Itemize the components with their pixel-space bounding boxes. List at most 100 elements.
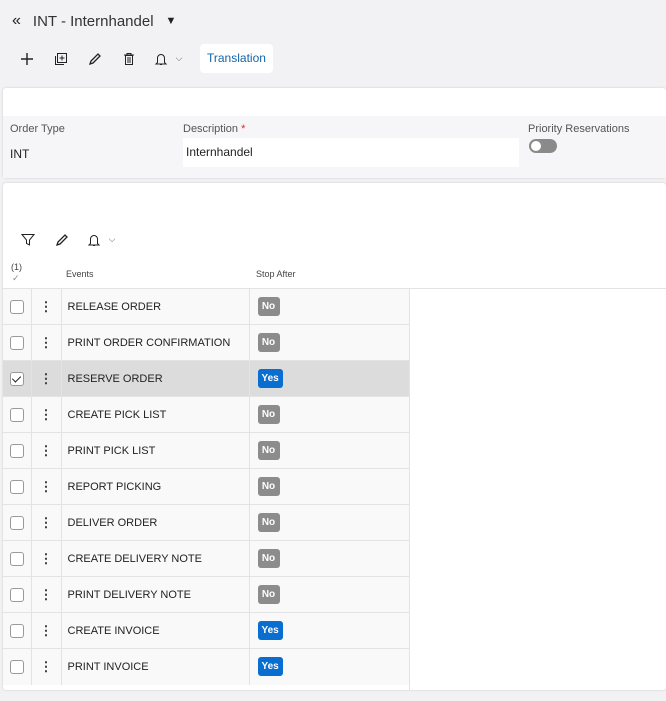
row-select-cell (3, 288, 32, 325)
stop-after-cell: No (249, 288, 409, 325)
row-menu-cell: ⋮ (31, 648, 62, 685)
order-type-label: Order Type (10, 123, 65, 135)
stop-after-badge: No (257, 297, 280, 316)
row-menu-cell: ⋮ (31, 432, 62, 469)
stop-after-cell: No (249, 432, 409, 469)
collapse-icon[interactable]: « (12, 12, 21, 30)
row-select-cell (3, 396, 32, 433)
table-row[interactable]: ⋮ PRINT DELIVERY NOTE No (3, 576, 409, 613)
row-checkbox[interactable] (9, 335, 24, 350)
kebab-menu-icon[interactable]: ⋮ (40, 479, 53, 494)
kebab-menu-icon[interactable]: ⋮ (40, 623, 53, 638)
row-select-cell (3, 648, 32, 685)
row-select-cell (3, 504, 32, 541)
row-menu-cell: ⋮ (31, 504, 62, 541)
row-checkbox[interactable] (9, 407, 24, 422)
row-menu-cell: ⋮ (31, 576, 62, 613)
events-header[interactable]: Events (66, 269, 94, 279)
table-empty-area (409, 288, 666, 690)
table-row[interactable]: ⋮ DELIVER ORDER No (3, 504, 409, 541)
stop-after-badge: No (257, 333, 280, 352)
table-row[interactable]: ⋮ RESERVE ORDER Yes (3, 360, 409, 397)
event-cell: PRINT PICK LIST (61, 432, 250, 469)
row-checkbox[interactable] (9, 551, 24, 566)
stop-after-cell: No (249, 324, 409, 361)
row-checkbox[interactable] (9, 659, 24, 674)
edit-button[interactable] (45, 225, 79, 254)
delete-button[interactable] (112, 44, 146, 73)
stop-after-header[interactable]: Stop After (256, 269, 296, 279)
edit-button[interactable] (78, 44, 112, 73)
table-row[interactable]: ⋮ CREATE DELIVERY NOTE No (3, 540, 409, 577)
event-cell: PRINT DELIVERY NOTE (61, 576, 250, 613)
duplicate-button[interactable] (44, 44, 78, 73)
toolbar: ⌵ Translation (10, 44, 273, 73)
kebab-menu-icon[interactable]: ⋮ (40, 515, 53, 530)
row-checkbox[interactable] (9, 371, 24, 386)
priority-reservations-label: Priority Reservations (528, 123, 630, 135)
table-row[interactable]: ⋮ REPORT PICKING No (3, 468, 409, 505)
priority-reservations-toggle[interactable] (529, 139, 557, 153)
stop-after-cell: No (249, 576, 409, 613)
event-cell: RELEASE ORDER (61, 288, 250, 325)
stop-after-badge: Yes (257, 621, 283, 640)
event-cell: REPORT PICKING (61, 468, 250, 505)
select-all-toggle[interactable]: ✓ (12, 273, 20, 284)
stop-after-cell: No (249, 468, 409, 505)
stop-after-cell: No (249, 504, 409, 541)
stop-after-cell: No (249, 396, 409, 433)
row-checkbox[interactable] (9, 443, 24, 458)
table-row[interactable]: ⋮ RELEASE ORDER No (3, 288, 409, 325)
kebab-menu-icon[interactable]: ⋮ (40, 443, 53, 458)
notification-button[interactable]: ⌵ (79, 225, 123, 254)
row-menu-cell: ⋮ (31, 612, 62, 649)
order-type-value: INT (10, 147, 30, 161)
row-select-cell (3, 360, 32, 397)
selected-count: (1) (11, 262, 22, 272)
row-checkbox[interactable] (9, 479, 24, 494)
stop-after-badge: No (257, 513, 280, 532)
stop-after-badge: No (257, 405, 280, 424)
row-select-cell (3, 612, 32, 649)
translation-button[interactable]: Translation (200, 44, 273, 73)
table-row[interactable]: ⋮ PRINT ORDER CONFIRMATION No (3, 324, 409, 361)
events-panel: ⌵ (1) ✓ Events Stop After ⋮ RELEASE ORDE… (3, 183, 666, 690)
row-checkbox[interactable] (9, 299, 24, 314)
table-row[interactable]: ⋮ PRINT PICK LIST No (3, 432, 409, 469)
filter-button[interactable] (11, 225, 45, 254)
row-select-cell (3, 468, 32, 505)
kebab-menu-icon[interactable]: ⋮ (40, 551, 53, 566)
caret-down-icon[interactable]: ▼ (166, 15, 177, 27)
stop-after-cell: Yes (249, 612, 409, 649)
row-checkbox[interactable] (9, 587, 24, 602)
row-select-cell (3, 324, 32, 361)
events-toolbar: ⌵ (11, 225, 123, 254)
stop-after-cell: Yes (249, 360, 409, 397)
description-label-text: Description (183, 123, 239, 135)
table-row[interactable]: ⋮ CREATE INVOICE Yes (3, 612, 409, 649)
page-header: « INT - Internhandel ▼ (12, 12, 176, 30)
description-field[interactable]: Internhandel (183, 138, 519, 167)
stop-after-cell: Yes (249, 648, 409, 685)
stop-after-cell: No (249, 540, 409, 577)
event-cell: CREATE PICK LIST (61, 396, 250, 433)
kebab-menu-icon[interactable]: ⋮ (40, 299, 53, 314)
kebab-menu-icon[interactable]: ⋮ (40, 659, 53, 674)
kebab-menu-icon[interactable]: ⋮ (40, 335, 53, 350)
stop-after-badge: No (257, 441, 280, 460)
kebab-menu-icon[interactable]: ⋮ (40, 587, 53, 602)
page-title: INT - Internhandel (32, 12, 154, 30)
notification-button[interactable]: ⌵ (146, 44, 190, 73)
row-menu-cell: ⋮ (31, 468, 62, 505)
kebab-menu-icon[interactable]: ⋮ (40, 371, 53, 386)
row-checkbox[interactable] (9, 515, 24, 530)
table-row[interactable]: ⋮ CREATE PICK LIST No (3, 396, 409, 433)
table-row[interactable]: ⋮ PRINT INVOICE Yes (3, 648, 409, 685)
add-button[interactable] (10, 44, 44, 73)
chevron-down-icon: ⌵ (108, 234, 116, 244)
description-label: Description * (183, 123, 245, 135)
row-checkbox[interactable] (9, 623, 24, 638)
row-select-cell (3, 540, 32, 577)
kebab-menu-icon[interactable]: ⋮ (40, 407, 53, 422)
event-cell: CREATE DELIVERY NOTE (61, 540, 250, 577)
